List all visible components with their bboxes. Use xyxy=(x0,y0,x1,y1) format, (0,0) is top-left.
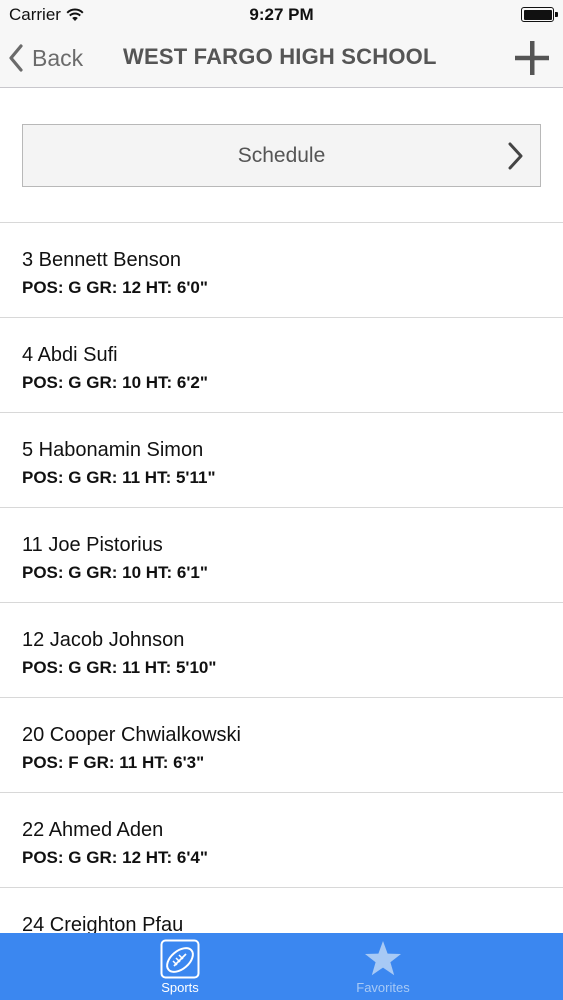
player-details: POS: G GR: 10 HT: 6'1" xyxy=(22,563,208,582)
tab-sports[interactable]: Sports xyxy=(80,933,280,1000)
player-name: 4 Abdi Sufi xyxy=(22,344,118,366)
player-name: 22 Ahmed Aden xyxy=(22,819,164,841)
tab-bar: Sports Favorites xyxy=(0,933,563,1000)
player-details: POS: G GR: 12 HT: 6'0" xyxy=(22,278,208,297)
add-button[interactable] xyxy=(513,39,551,77)
schedule-button[interactable]: Schedule xyxy=(22,124,541,187)
table-row[interactable]: 22 Ahmed Aden POS: G GR: 12 HT: 6'4" xyxy=(0,793,563,888)
table-row[interactable]: 12 Jacob Johnson POS: G GR: 11 HT: 5'10" xyxy=(0,603,563,698)
tab-label: Sports xyxy=(161,980,199,995)
player-details: POS: G GR: 11 HT: 5'10" xyxy=(22,658,217,677)
schedule-section: Schedule xyxy=(0,88,563,223)
table-row[interactable]: 11 Joe Pistorius POS: G GR: 10 HT: 6'1" xyxy=(0,508,563,603)
football-icon xyxy=(160,939,200,979)
table-row[interactable]: 3 Bennett Benson POS: G GR: 12 HT: 6'0" xyxy=(0,223,563,318)
back-button[interactable]: Back xyxy=(8,38,83,78)
schedule-label: Schedule xyxy=(237,144,326,167)
player-name: 5 Habonamin Simon xyxy=(22,439,204,461)
player-details: POS: G GR: 10 HT: 6'2" xyxy=(22,373,208,392)
player-details: POS: G GR: 12 HT: 6'4" xyxy=(22,848,208,867)
table-row[interactable]: 5 Habonamin Simon POS: G GR: 11 HT: 5'11… xyxy=(0,413,563,508)
battery-icon xyxy=(521,7,558,22)
tab-label: Favorites xyxy=(356,980,410,995)
back-label: Back xyxy=(32,44,84,71)
app-screen: Carrier 9:27 PM Back WEST FARGO HIGH SCH… xyxy=(0,0,563,1000)
battery-level xyxy=(523,9,552,20)
plus-icon xyxy=(515,41,549,75)
roster-list: 3 Bennett Benson POS: G GR: 12 HT: 6'0" … xyxy=(0,223,563,983)
status-time: 9:27 PM xyxy=(249,5,314,24)
player-name: 20 Cooper Chwialkowski xyxy=(22,724,241,746)
player-details: POS: F GR: 11 HT: 6'3" xyxy=(22,753,205,772)
player-name: 3 Bennett Benson xyxy=(22,249,182,271)
tab-favorites[interactable]: Favorites xyxy=(283,933,483,1000)
player-name: 12 Jacob Johnson xyxy=(22,629,185,651)
player-name: 11 Joe Pistorius xyxy=(22,534,163,556)
chevron-right-icon xyxy=(508,142,523,170)
page-title: WEST FARGO HIGH SCHOOL xyxy=(123,44,437,69)
chevron-left-icon xyxy=(9,44,23,72)
table-row[interactable]: 20 Cooper Chwialkowski POS: F GR: 11 HT:… xyxy=(0,698,563,793)
table-row[interactable]: 4 Abdi Sufi POS: G GR: 10 HT: 6'2" xyxy=(0,318,563,413)
player-details: POS: G GR: 11 HT: 5'11" xyxy=(22,468,216,487)
star-icon xyxy=(365,941,401,976)
status-bar: Carrier 9:27 PM xyxy=(0,0,563,30)
navigation-bar: Back WEST FARGO HIGH SCHOOL xyxy=(0,30,563,88)
